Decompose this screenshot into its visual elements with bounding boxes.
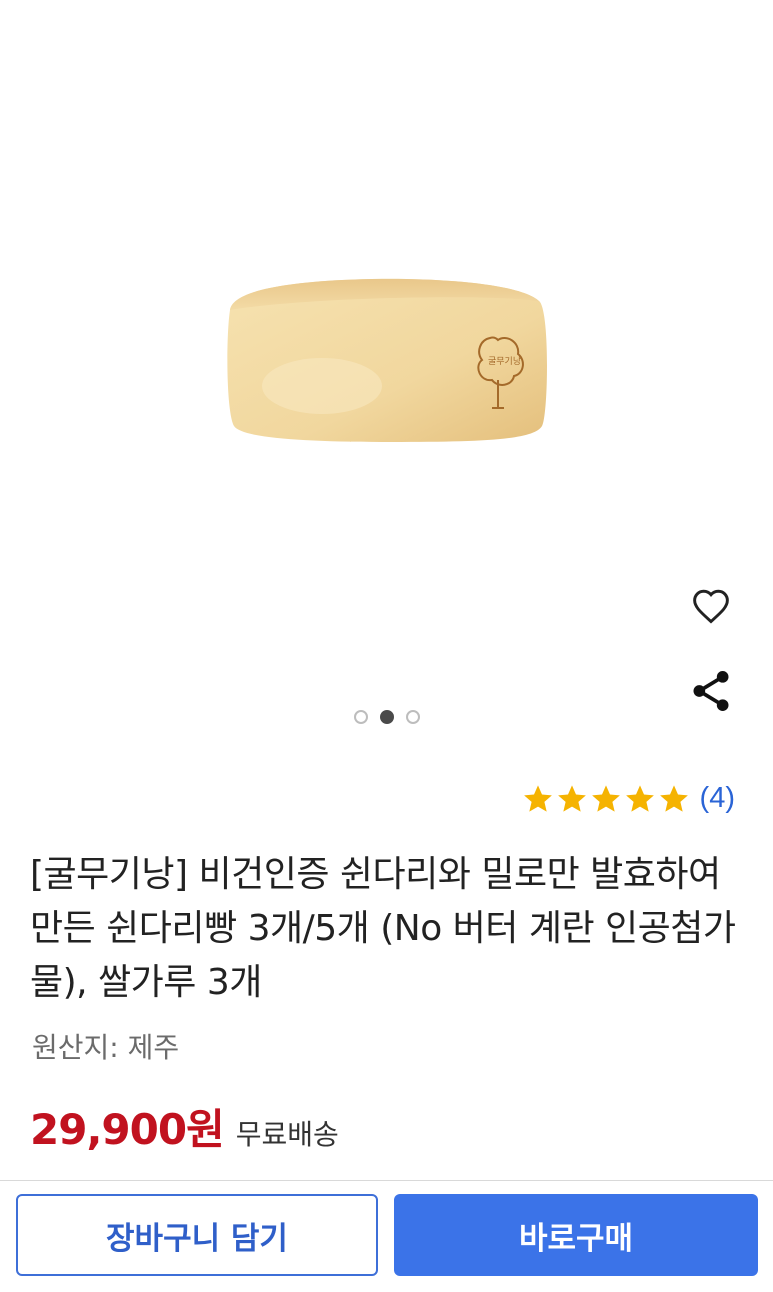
share-icon (693, 671, 729, 711)
star-icon (523, 784, 552, 812)
product-image: 굴무기낭 (227, 278, 547, 442)
product-title: [굴무기낭] 비건인증 쉰다리와 밀로만 발효하여 만든 쉰다리빵 3개/5개 … (30, 854, 736, 1003)
price: 29,900원 (30, 1105, 225, 1154)
carousel-dot-active[interactable] (379, 710, 394, 724)
shipping-info: 무료배송 (235, 1118, 339, 1151)
carousel-indicator (0, 710, 773, 724)
share-button[interactable] (687, 667, 735, 715)
buy-now-button[interactable]: 바로구매 (394, 1194, 758, 1276)
star-icon (625, 784, 654, 812)
star-icon (591, 784, 620, 812)
divider (0, 1180, 773, 1181)
star-icon (659, 784, 688, 812)
review-count[interactable]: (4) (700, 782, 735, 815)
price-row: 29,900원 무료배송 (30, 1096, 339, 1157)
star-icon (557, 784, 586, 812)
product-image-area[interactable]: 굴무기낭 (0, 0, 773, 760)
rating[interactable]: (4) (522, 782, 735, 815)
origin-label: 원산지: 제주 (32, 1031, 180, 1064)
wishlist-button[interactable] (687, 582, 735, 630)
add-to-cart-button[interactable]: 장바구니 담기 (16, 1194, 378, 1276)
heart-outline-icon (693, 589, 729, 624)
carousel-dot[interactable] (405, 710, 420, 724)
carousel-dot[interactable] (353, 710, 368, 724)
svg-text:굴무기낭: 굴무기낭 (488, 356, 521, 367)
